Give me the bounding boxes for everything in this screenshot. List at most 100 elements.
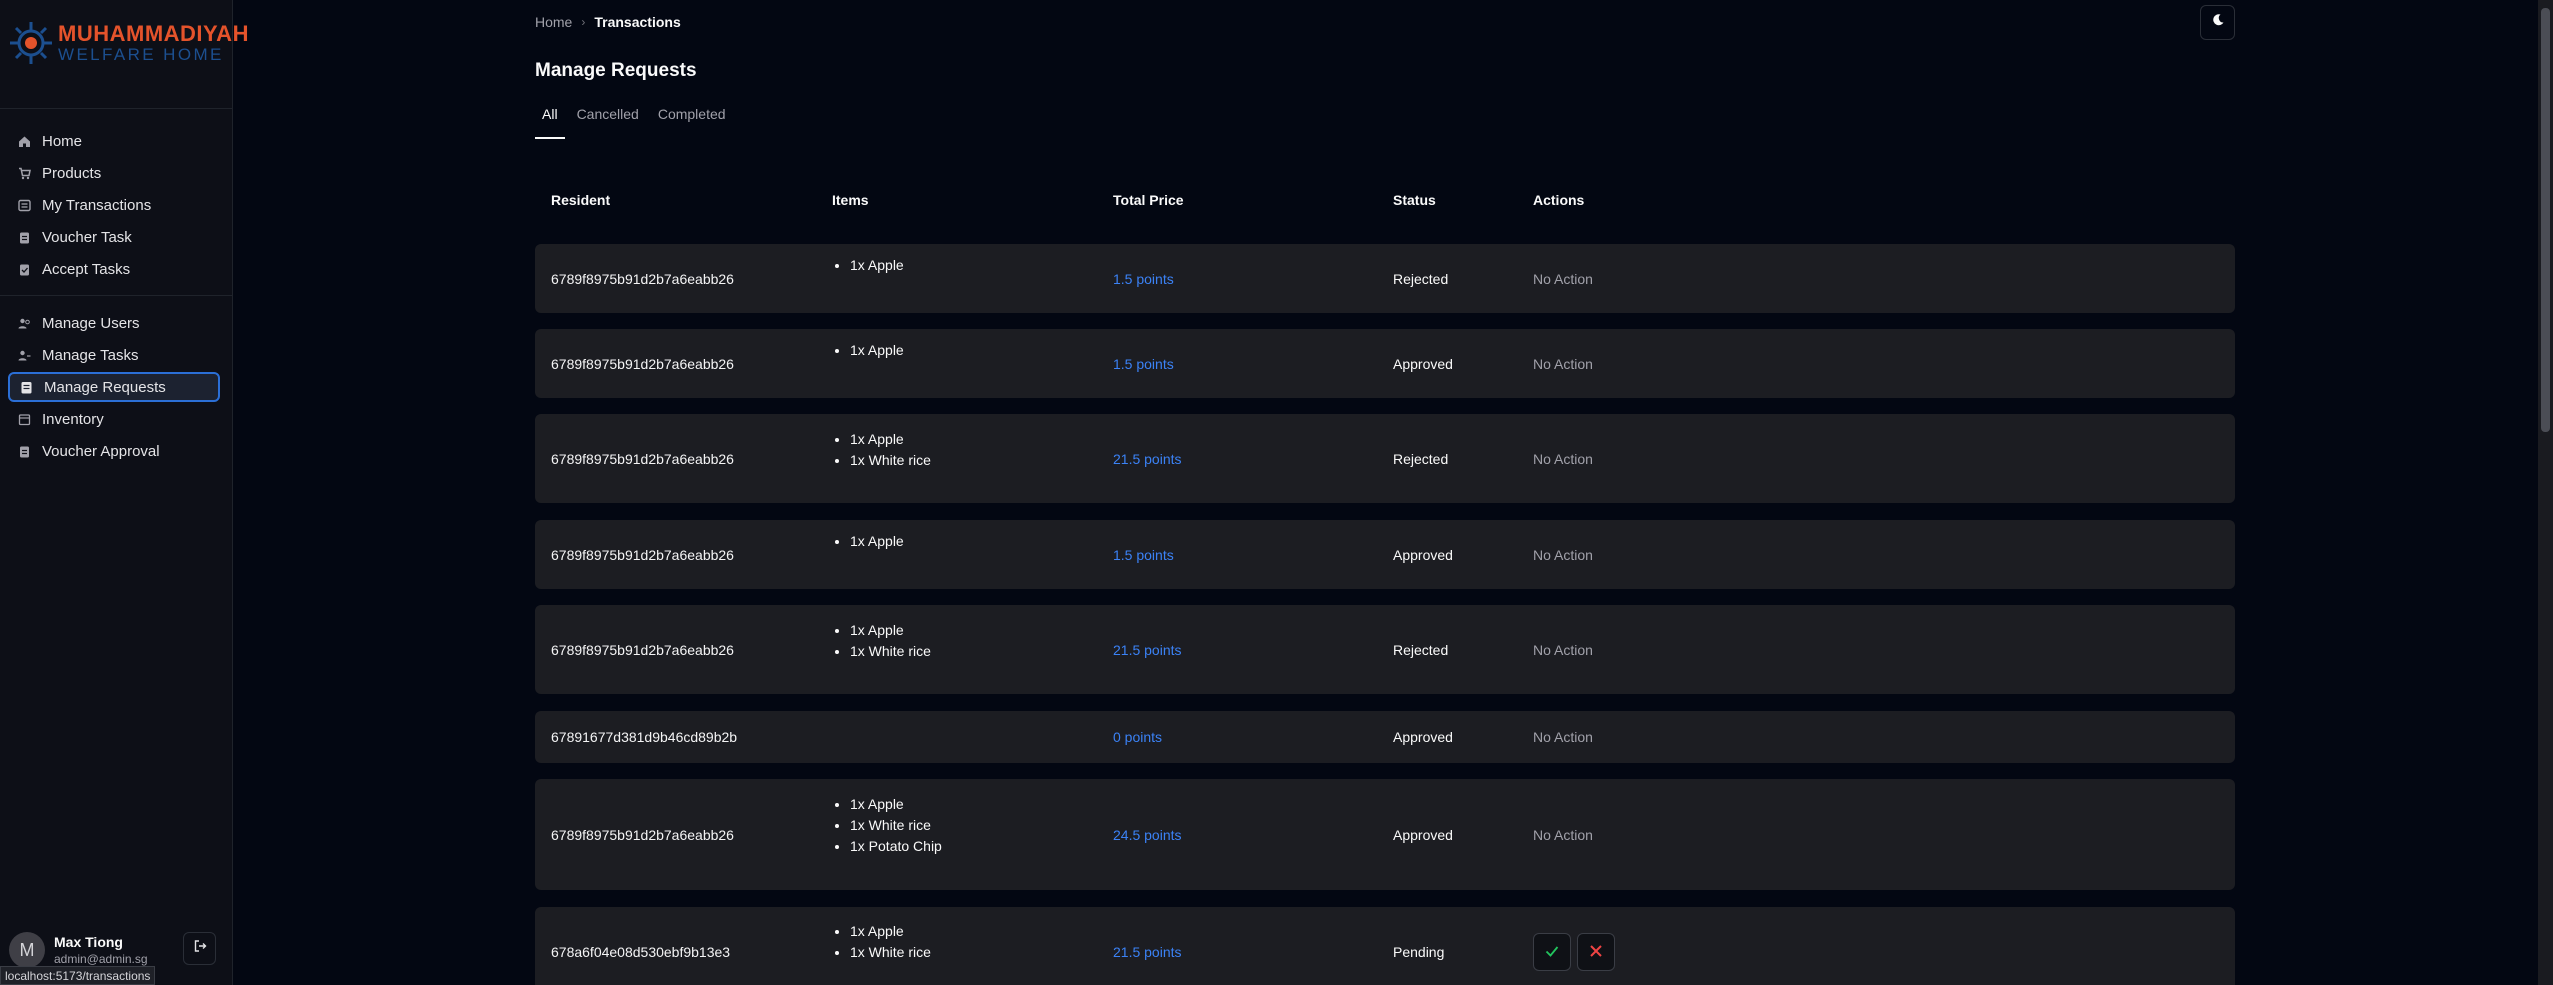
resident-id: 6789f8975b91d2b7a6eabb26 xyxy=(551,546,734,563)
avatar[interactable]: M xyxy=(9,932,45,968)
sidebar-item-label: Voucher Approval xyxy=(42,442,160,460)
sidebar-item-products[interactable]: Products xyxy=(8,158,220,188)
brand-logo[interactable]: MUHAMMADIYAH WELFARE HOME xyxy=(8,20,249,66)
item-entry: 1x Apple xyxy=(850,531,904,552)
check-icon xyxy=(1544,943,1560,962)
table-row: 6789f8975b91d2b7a6eabb26 1x Apple 1x Whi… xyxy=(535,605,2235,694)
approve-button[interactable] xyxy=(1533,933,1571,971)
total-price: 1.5 points xyxy=(1113,355,1174,372)
resident-id: 6789f8975b91d2b7a6eabb26 xyxy=(551,270,734,287)
column-header-actions: Actions xyxy=(1533,192,1585,208)
sidebar-item-voucher-task[interactable]: Voucher Task xyxy=(8,222,220,252)
resident-id: 6789f8975b91d2b7a6eabb26 xyxy=(551,641,734,658)
sidebar-item-voucher-approval[interactable]: Voucher Approval xyxy=(8,436,220,466)
page-title: Manage Requests xyxy=(535,60,697,81)
user-email: admin@admin.sg xyxy=(54,952,148,966)
sidebar-divider xyxy=(0,108,233,109)
status-text: Rejected xyxy=(1393,450,1449,467)
table-row: 678a6f04e08d530ebf9b13e3 1x Apple 1x Whi… xyxy=(535,907,2235,985)
item-entry: 1x Apple xyxy=(850,921,931,942)
column-header-status: Status xyxy=(1393,192,1436,208)
sidebar-item-manage-tasks[interactable]: Manage Tasks xyxy=(8,340,220,370)
items-list: 1x Apple xyxy=(832,340,904,361)
table-row: 6789f8975b91d2b7a6eabb26 1x Apple 1x Whi… xyxy=(535,414,2235,503)
item-entry: 1x White rice xyxy=(850,815,942,836)
sidebar-item-my-transactions[interactable]: My Transactions xyxy=(8,190,220,220)
sidebar-item-label: Accept Tasks xyxy=(42,260,131,278)
tab-cancelled[interactable]: Cancelled xyxy=(577,106,639,139)
action-text: No Action xyxy=(1533,729,1593,745)
nav-group-main: Home Products My Transactions Voucher Ta… xyxy=(8,126,220,286)
sidebar-item-label: Home xyxy=(42,132,83,150)
transactions-icon xyxy=(18,199,31,212)
breadcrumb: Home › Transactions xyxy=(535,14,681,30)
status-url: localhost:5173/transactions xyxy=(0,966,156,985)
status-text: Rejected xyxy=(1393,270,1449,287)
logout-button[interactable] xyxy=(183,932,216,965)
table-row: 67891677d381d9b46cd89b2b 0 points Approv… xyxy=(535,711,2235,763)
column-header-items: Items xyxy=(832,192,869,208)
sidebar-item-manage-users[interactable]: Manage Users xyxy=(8,308,220,338)
item-entry: 1x White rice xyxy=(850,942,931,963)
items-list: 1x Apple xyxy=(832,255,904,276)
action-text: No Action xyxy=(1533,355,1593,372)
sidebar-item-label: Inventory xyxy=(42,410,104,428)
total-price: 1.5 points xyxy=(1113,546,1174,563)
status-text: Pending xyxy=(1393,944,1445,960)
total-price: 0 points xyxy=(1113,729,1163,745)
logout-icon xyxy=(193,939,207,958)
reject-button[interactable] xyxy=(1576,933,1615,971)
total-price: 21.5 points xyxy=(1113,450,1182,467)
sidebar-item-manage-requests[interactable]: Manage Requests xyxy=(8,372,220,402)
column-header-total-price: Total Price xyxy=(1113,192,1184,208)
item-entry: 1x Apple xyxy=(850,340,904,361)
scrollbar[interactable] xyxy=(2538,0,2553,985)
chevron-right-icon: › xyxy=(581,15,586,29)
action-text: No Action xyxy=(1533,270,1593,287)
user-name: Max Tiong xyxy=(54,934,123,950)
sidebar-item-inventory[interactable]: Inventory xyxy=(8,404,220,434)
items-list: 1x Apple xyxy=(832,531,904,552)
action-text: No Action xyxy=(1533,546,1593,563)
logo-emblem-icon xyxy=(10,22,52,64)
table-row: 6789f8975b91d2b7a6eabb26 1x Apple 1x Whi… xyxy=(535,779,2235,890)
tab-completed[interactable]: Completed xyxy=(658,106,726,139)
moon-icon xyxy=(2211,13,2225,32)
total-price: 1.5 points xyxy=(1113,270,1174,287)
sidebar-item-home[interactable]: Home xyxy=(8,126,220,156)
sidebar-item-label: My Transactions xyxy=(42,196,152,214)
clipboard-check-icon xyxy=(18,263,31,276)
clipboard-icon xyxy=(18,445,31,458)
action-text: No Action xyxy=(1533,641,1593,658)
sidebar-item-label: Manage Users xyxy=(42,314,140,332)
sidebar-item-label: Voucher Task xyxy=(42,228,132,246)
breadcrumb-home[interactable]: Home xyxy=(535,14,572,30)
tasks-icon xyxy=(18,349,31,362)
scrollbar-thumb[interactable] xyxy=(2541,8,2550,432)
filter-tabs: All Cancelled Completed xyxy=(535,106,745,139)
table-row: 6789f8975b91d2b7a6eabb26 1x Apple 1.5 po… xyxy=(535,329,2235,398)
items-list: 1x Apple 1x White rice 1x Potato Chip xyxy=(832,794,942,857)
tab-all[interactable]: All xyxy=(535,106,565,139)
sidebar-item-accept-tasks[interactable]: Accept Tasks xyxy=(8,254,220,284)
total-price: 24.5 points xyxy=(1113,826,1182,843)
action-text: No Action xyxy=(1533,826,1593,843)
sidebar-item-label: Manage Tasks xyxy=(42,346,139,364)
item-entry: 1x White rice xyxy=(850,641,931,662)
status-text: Approved xyxy=(1393,546,1453,563)
nav-group-admin: Manage Users Manage Tasks Manage Request… xyxy=(8,308,220,468)
resident-id: 6789f8975b91d2b7a6eabb26 xyxy=(551,826,734,843)
column-header-resident: Resident xyxy=(551,192,611,208)
status-text: Approved xyxy=(1393,729,1453,745)
sidebar-item-label: Manage Requests xyxy=(44,378,166,396)
item-entry: 1x White rice xyxy=(850,450,931,471)
table-row: 6789f8975b91d2b7a6eabb26 1x Apple 1.5 po… xyxy=(535,244,2235,313)
resident-id: 678a6f04e08d530ebf9b13e3 xyxy=(551,944,731,960)
users-icon xyxy=(18,317,31,330)
brand-subtitle: WELFARE HOME xyxy=(58,45,224,64)
resident-id: 6789f8975b91d2b7a6eabb26 xyxy=(551,450,734,467)
home-icon xyxy=(18,135,31,148)
action-text: No Action xyxy=(1533,450,1593,467)
breadcrumb-current: Transactions xyxy=(594,14,681,30)
theme-toggle-button[interactable] xyxy=(2200,5,2235,40)
